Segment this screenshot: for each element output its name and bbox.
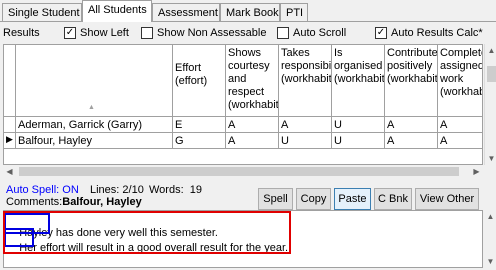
tab-mark-book[interactable]: Mark Book [220, 3, 280, 21]
scroll-up-icon[interactable]: ▲ [484, 210, 496, 223]
result-cell[interactable]: U [332, 133, 385, 149]
column-header-completes[interactable]: Completes assigned work (workhabits) [438, 45, 482, 117]
check-icon: ✓ [375, 27, 387, 39]
auto-scroll-checkbox[interactable]: Auto Scroll [277, 26, 346, 40]
result-cell[interactable]: A [385, 133, 438, 149]
view-other-button[interactable]: View Other [415, 188, 479, 210]
tab-assessment[interactable]: Assessment [152, 3, 220, 21]
result-cell[interactable]: U [332, 117, 385, 133]
comments-label: Comments: [6, 196, 63, 208]
auto-results-calc-checkbox[interactable]: ✓ Auto Results Calc* [375, 26, 483, 40]
scroll-up-icon[interactable]: ▲ [485, 44, 496, 57]
auto-spell-status: Auto Spell: ON [6, 184, 79, 196]
comment-scrollbar[interactable]: ▲ ▼ [484, 210, 496, 268]
sort-ascending-icon: ▲ [88, 104, 95, 111]
tab-pti[interactable]: PTI [280, 3, 308, 21]
scroll-thumb[interactable] [19, 167, 459, 176]
tab-all-students[interactable]: All Students [82, 0, 152, 22]
scroll-thumb[interactable] [487, 66, 496, 82]
checkbox-box [141, 27, 153, 39]
scroll-down-icon[interactable]: ▼ [485, 152, 496, 165]
scroll-down-icon[interactable]: ▼ [484, 255, 496, 268]
checkbox-box [277, 27, 289, 39]
column-header-responsibility[interactable]: Takes responsibility (workhabits) [279, 45, 332, 117]
copy-button[interactable]: Copy [296, 188, 331, 210]
results-label: Results [3, 27, 40, 39]
grid-corner-header [4, 45, 16, 117]
results-grid[interactable]: ▲ Effort (effort) Shows courtesy and res… [3, 44, 483, 165]
show-left-label: Show Left [80, 27, 129, 39]
show-left-checkbox[interactable]: ✓ Show Left [64, 26, 129, 40]
column-header-organised[interactable]: Is organised (workhabits) [332, 45, 385, 117]
comment-bank-button[interactable]: C Bnk [374, 188, 412, 210]
lines-count: Lines: 2/10 [90, 184, 144, 196]
grid-horizontal-scrollbar[interactable]: ◀ ▶ [3, 165, 483, 178]
check-icon: ✓ [64, 27, 76, 39]
result-cell[interactable]: A [226, 117, 279, 133]
column-header-effort[interactable]: Effort (effort) [173, 45, 226, 117]
result-cell[interactable]: A [438, 133, 482, 149]
scroll-right-icon[interactable]: ▶ [470, 165, 483, 178]
result-cell[interactable]: E [173, 117, 226, 133]
result-cell[interactable]: A [279, 117, 332, 133]
comment-highlight-box [3, 211, 291, 254]
spell-button[interactable]: Spell [258, 188, 293, 210]
tab-divider [0, 21, 496, 22]
paste-button[interactable]: Paste [334, 188, 371, 210]
auto-results-calc-label: Auto Results Calc* [391, 27, 483, 39]
show-non-assessable-checkbox[interactable]: Show Non Assessable [141, 26, 266, 40]
result-cell[interactable]: A [385, 117, 438, 133]
current-row-header[interactable]: ▶ [4, 133, 16, 149]
row-header[interactable] [4, 117, 16, 133]
result-cell[interactable]: A [438, 117, 482, 133]
student-name-cell[interactable]: Balfour, Hayley [16, 133, 173, 149]
column-header-contributes[interactable]: Contributes positively (workhabits) [385, 45, 438, 117]
auto-scroll-label: Auto Scroll [293, 27, 347, 39]
column-header-courtesy[interactable]: Shows courtesy and respect (workhabits) [226, 45, 279, 117]
scroll-left-icon[interactable]: ◀ [3, 165, 16, 178]
column-header-name[interactable]: ▲ [16, 45, 173, 117]
result-cell[interactable]: U [279, 133, 332, 149]
comments-title: Comments:Balfour, Hayley [6, 196, 142, 208]
comments-student-name: Balfour, Hayley [62, 196, 142, 208]
result-cell[interactable]: G [173, 133, 226, 149]
grid-vertical-scrollbar[interactable]: ▲ ▼ [484, 44, 496, 165]
student-name-cell[interactable]: Aderman, Garrick (Garry) [16, 117, 173, 133]
tab-single-student[interactable]: Single Student [2, 3, 82, 21]
result-cell[interactable]: A [226, 133, 279, 149]
current-row-arrow-icon: ▶ [6, 134, 13, 144]
show-non-assessable-label: Show Non Assessable [157, 27, 267, 39]
words-count: Words: 19 [149, 184, 202, 196]
